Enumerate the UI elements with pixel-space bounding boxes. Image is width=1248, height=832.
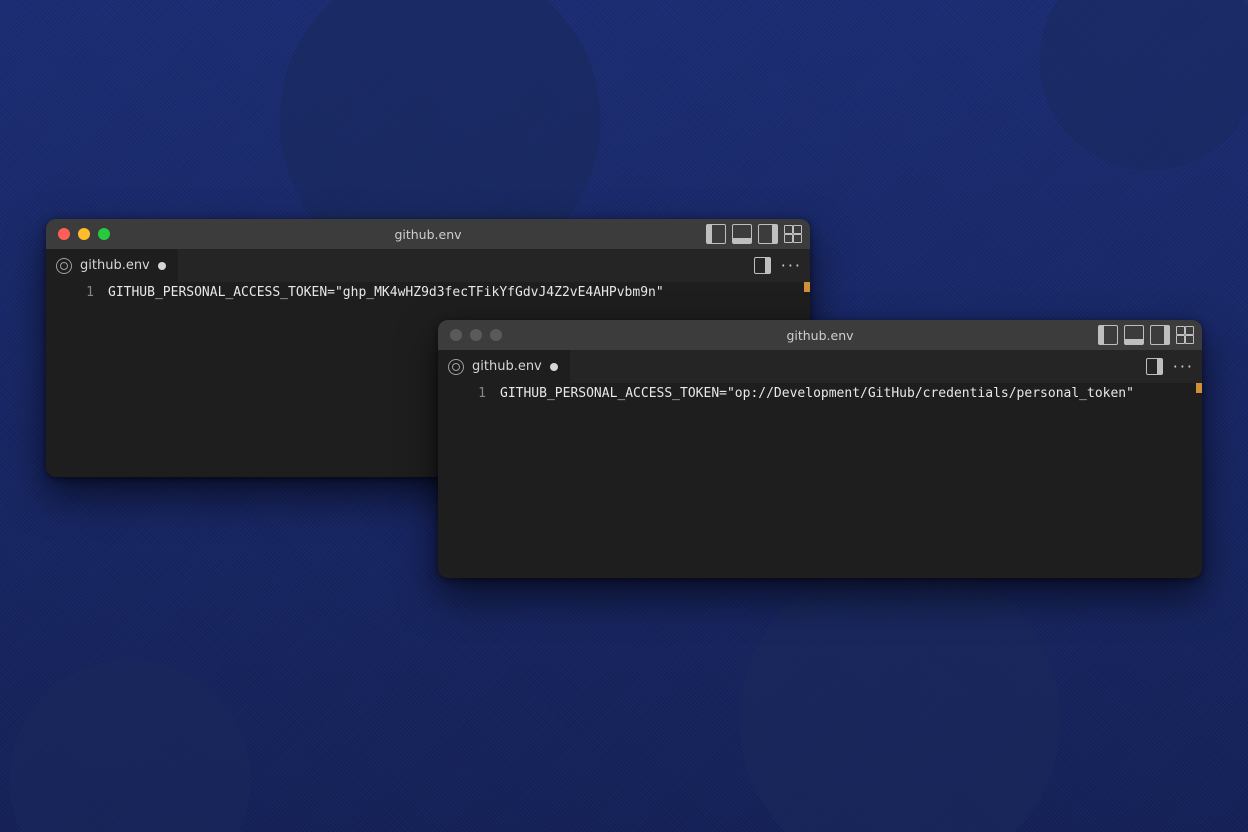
panel-left-icon[interactable] (706, 224, 726, 244)
modified-dot-icon (158, 262, 166, 270)
traffic-lights (46, 228, 110, 240)
panel-right-icon[interactable] (1150, 325, 1170, 345)
tab-bar: github.env ··· (46, 249, 810, 282)
line-number: 1 (46, 285, 108, 300)
zoom-dot-icon[interactable] (490, 329, 502, 341)
tab-label: github.env (472, 359, 542, 374)
modified-dot-icon (550, 363, 558, 371)
layout-grid-icon[interactable] (784, 225, 802, 243)
window-title: github.env (46, 227, 810, 242)
gear-icon (448, 359, 464, 375)
tab-github-env[interactable]: github.env (438, 350, 570, 383)
close-dot-icon[interactable] (58, 228, 70, 240)
more-actions-icon[interactable]: ··· (1173, 359, 1194, 375)
line-number: 1 (438, 386, 500, 401)
titlebar-right-icons (1098, 320, 1194, 350)
panel-bottom-icon[interactable] (1124, 325, 1144, 345)
panel-bottom-icon[interactable] (732, 224, 752, 244)
tab-bar: github.env ··· (438, 350, 1202, 383)
split-editor-icon[interactable] (1146, 358, 1163, 375)
zoom-dot-icon[interactable] (98, 228, 110, 240)
gear-icon (56, 258, 72, 274)
tab-github-env[interactable]: github.env (46, 249, 178, 282)
layout-grid-icon[interactable] (1176, 326, 1194, 344)
panel-left-icon[interactable] (1098, 325, 1118, 345)
split-editor-icon[interactable] (754, 257, 771, 274)
minimap-marker (1196, 383, 1202, 393)
window-title: github.env (438, 328, 1202, 343)
tab-label: github.env (80, 258, 150, 273)
code-text: GITHUB_PERSONAL_ACCESS_TOKEN="ghp_MK4wHZ… (108, 285, 664, 300)
more-actions-icon[interactable]: ··· (781, 258, 802, 274)
editor-area[interactable]: 1 GITHUB_PERSONAL_ACCESS_TOKEN="op://Dev… (438, 383, 1202, 578)
panel-right-icon[interactable] (758, 224, 778, 244)
titlebar-right-icons (706, 219, 802, 249)
traffic-lights (438, 329, 502, 341)
editor-window-b[interactable]: github.env github.env ··· 1 GITHUB_PERSO… (438, 320, 1202, 578)
titlebar[interactable]: github.env (438, 320, 1202, 350)
minimize-dot-icon[interactable] (78, 228, 90, 240)
minimize-dot-icon[interactable] (470, 329, 482, 341)
titlebar[interactable]: github.env (46, 219, 810, 249)
minimap-marker (804, 282, 810, 292)
code-text: GITHUB_PERSONAL_ACCESS_TOKEN="op://Devel… (500, 386, 1134, 401)
close-dot-icon[interactable] (450, 329, 462, 341)
code-line: 1 GITHUB_PERSONAL_ACCESS_TOKEN="ghp_MK4w… (46, 282, 810, 302)
code-line: 1 GITHUB_PERSONAL_ACCESS_TOKEN="op://Dev… (438, 383, 1202, 403)
